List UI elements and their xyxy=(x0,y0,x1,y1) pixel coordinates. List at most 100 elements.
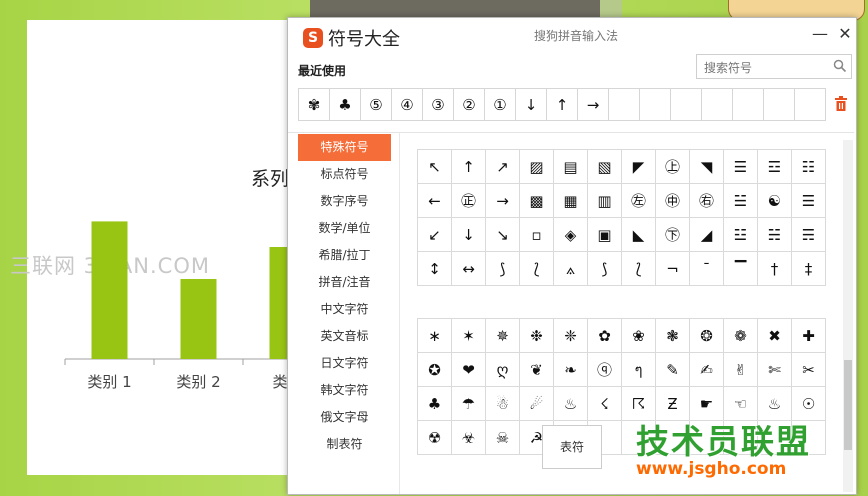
symbol-cell[interactable]: ♨ xyxy=(758,387,792,421)
recent-symbol[interactable]: ↑ xyxy=(547,89,578,120)
recent-symbol[interactable]: ✾ xyxy=(299,89,330,120)
recent-symbol[interactable]: → xyxy=(578,89,609,120)
symbol-cell[interactable]: ⟅ xyxy=(622,252,656,286)
recent-symbol[interactable]: ④ xyxy=(392,89,423,120)
symbol-cell[interactable]: ☯ xyxy=(758,184,792,218)
category-item[interactable]: 数字序号 xyxy=(298,188,391,215)
symbol-cell[interactable]: ☇ xyxy=(588,387,622,421)
symbol-cell[interactable]: ☈ xyxy=(622,387,656,421)
symbol-cell[interactable]: † xyxy=(758,252,792,286)
symbol-cell[interactable]: ♨ xyxy=(554,387,588,421)
symbol-cell[interactable]: ☜ xyxy=(724,387,758,421)
symbol-cell[interactable]: ❁ xyxy=(724,319,758,353)
recent-symbol[interactable]: ⑤ xyxy=(361,89,392,120)
category-item[interactable]: 希腊/拉丁 xyxy=(298,242,391,269)
symbol-cell[interactable]: ⟆ xyxy=(486,252,520,286)
symbol-cell[interactable]: ↗ xyxy=(486,150,520,184)
symbol-cell[interactable]: ❉ xyxy=(520,319,554,353)
symbol-cell[interactable]: ▦ xyxy=(554,184,588,218)
symbol-cell[interactable]: ✎ xyxy=(656,353,690,387)
category-item[interactable]: 韩文字符 xyxy=(298,377,391,404)
symbol-cell[interactable]: ⓠ xyxy=(588,353,622,387)
symbol-cell[interactable]: ❂ xyxy=(690,319,724,353)
symbol-cell[interactable]: ☳ xyxy=(724,218,758,252)
symbol-cell[interactable]: ▥ xyxy=(588,184,622,218)
search-box[interactable] xyxy=(696,54,852,79)
symbol-cell[interactable]: ↔ xyxy=(452,252,486,286)
symbol-cell[interactable]: ▫ xyxy=(520,218,554,252)
recent-symbol[interactable]: ③ xyxy=(423,89,454,120)
symbol-cell[interactable]: ↕ xyxy=(418,252,452,286)
symbol-cell[interactable]: ☵ xyxy=(758,218,792,252)
category-item[interactable]: 标点符号 xyxy=(298,161,391,188)
close-button[interactable]: ✕ xyxy=(835,24,855,44)
symbol-cell[interactable]: ◥ xyxy=(690,150,724,184)
symbol-cell[interactable]: ☰ xyxy=(792,184,826,218)
symbol-cell[interactable]: ∗ xyxy=(418,319,452,353)
symbol-cell[interactable]: ✌ xyxy=(724,353,758,387)
symbol-cell[interactable]: ♣ xyxy=(418,387,452,421)
symbol-cell[interactable]: ‡ xyxy=(792,252,826,286)
symbol-cell[interactable]: ❃ xyxy=(656,319,690,353)
symbol-cell[interactable]: ✚ xyxy=(792,319,826,353)
symbol-cell[interactable]: ☣ xyxy=(452,421,486,455)
symbol-cell[interactable]: ☄ xyxy=(520,387,554,421)
symbol-cell[interactable]: ↘ xyxy=(486,218,520,252)
symbol-cell[interactable]: ㊥ xyxy=(656,184,690,218)
recent-symbol[interactable] xyxy=(795,89,825,120)
symbol-cell[interactable]: ☉ xyxy=(792,387,826,421)
symbol-cell[interactable]: ❀ xyxy=(622,319,656,353)
category-item[interactable]: 英文音标 xyxy=(298,323,391,350)
symbol-cell[interactable]: → xyxy=(486,184,520,218)
category-item[interactable]: 日文字符 xyxy=(298,350,391,377)
category-item[interactable]: 数学/单位 xyxy=(298,215,391,242)
symbol-cell[interactable]: Ƶ xyxy=(656,387,690,421)
symbol-cell[interactable]: ⟅ xyxy=(520,252,554,286)
search-icon[interactable] xyxy=(833,59,847,73)
recent-symbol[interactable]: ↓ xyxy=(516,89,547,120)
symbol-cell[interactable]: ☠ xyxy=(486,421,520,455)
symbol-cell[interactable]: ↓ xyxy=(452,218,486,252)
symbol-cell[interactable]: ⟆ xyxy=(588,252,622,286)
symbol-cell[interactable]: ❦ xyxy=(520,353,554,387)
symbol-cell[interactable]: ☂ xyxy=(452,387,486,421)
symbol-cell[interactable]: ❈ xyxy=(554,319,588,353)
symbol-cell[interactable]: ⟑ xyxy=(554,252,588,286)
symbol-cell[interactable]: ㊨ xyxy=(690,184,724,218)
symbol-cell[interactable]: ❤ xyxy=(452,353,486,387)
symbol-cell[interactable]: ☴ xyxy=(792,218,826,252)
symbol-cell[interactable]: ▤ xyxy=(554,150,588,184)
recent-symbol[interactable] xyxy=(640,89,671,120)
symbol-cell[interactable]: ✂ xyxy=(792,353,826,387)
symbol-cell[interactable]: ✄ xyxy=(758,353,792,387)
symbol-cell[interactable]: ▣ xyxy=(588,218,622,252)
symbol-cell[interactable]: ㊦ xyxy=(656,218,690,252)
symbol-cell[interactable]: ☢ xyxy=(418,421,452,455)
symbol-cell[interactable]: ☱ xyxy=(724,184,758,218)
symbol-cell[interactable]: ✵ xyxy=(486,319,520,353)
symbol-cell[interactable]: ▨ xyxy=(520,150,554,184)
symbol-cell[interactable]: ✍ xyxy=(690,353,724,387)
symbol-cell[interactable]: ✪ xyxy=(418,353,452,387)
symbol-cell[interactable]: ◢ xyxy=(690,218,724,252)
symbol-cell[interactable]: ㊣ xyxy=(452,184,486,218)
symbol-cell[interactable]: ㊤ xyxy=(656,150,690,184)
symbol-cell[interactable]: ☃ xyxy=(486,387,520,421)
symbol-cell[interactable]: ◈ xyxy=(554,218,588,252)
symbol-cell[interactable]: ▧ xyxy=(588,150,622,184)
category-item[interactable]: 俄文字母 xyxy=(298,404,391,431)
category-item[interactable]: 特殊符号 xyxy=(298,134,391,161)
symbol-cell[interactable]: ☛ xyxy=(690,387,724,421)
scrollbar[interactable] xyxy=(843,140,853,492)
symbol-cell[interactable]: ✶ xyxy=(452,319,486,353)
search-input[interactable] xyxy=(702,56,826,79)
symbol-cell[interactable]: ☷ xyxy=(792,150,826,184)
symbol-cell[interactable]: ↙ xyxy=(418,218,452,252)
symbol-cell[interactable]: ๆ xyxy=(622,353,656,387)
recent-symbol[interactable]: ♣ xyxy=(330,89,361,120)
symbol-cell[interactable]: ღ xyxy=(486,353,520,387)
symbol-cell[interactable]: ❧ xyxy=(554,353,588,387)
recent-symbol[interactable]: ② xyxy=(454,89,485,120)
trash-icon[interactable] xyxy=(834,96,848,112)
symbol-cell[interactable]: ☲ xyxy=(758,150,792,184)
